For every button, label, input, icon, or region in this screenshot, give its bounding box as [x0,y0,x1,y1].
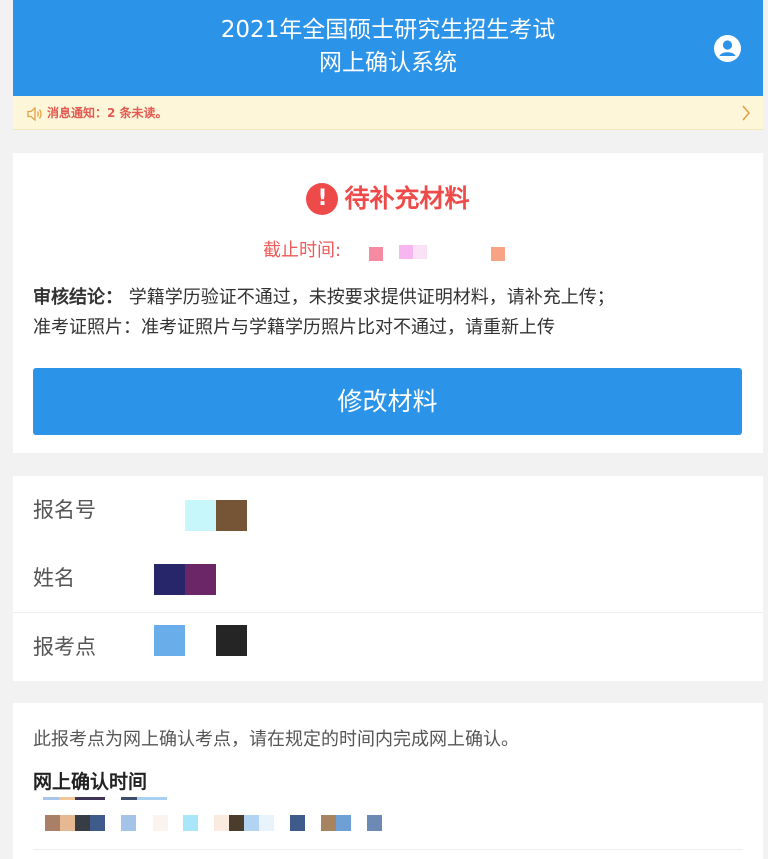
redacted-block [413,245,427,259]
confirmation-time-title: 网上确认时间 [33,771,148,793]
redacted-block [45,815,60,831]
redacted-block [229,815,244,831]
redacted-block [290,815,305,831]
speaker-icon [27,106,43,122]
redacted-block [153,815,168,831]
redacted-block [43,797,59,800]
conclusion-text: 学籍学历验证不通过，未按要求提供证明材料，请补充上传； [128,287,615,308]
redacted-block [75,797,105,800]
divider [33,849,743,850]
redacted-block [185,500,216,531]
redacted-block [259,815,274,831]
header-title-line2: 网上确认系统 [319,50,457,76]
redacted-block [185,564,216,595]
field-label: 姓名 [33,566,75,590]
redacted-block [216,500,247,531]
redacted-block [369,247,383,261]
redacted-block [121,815,136,831]
user-circle-icon[interactable] [714,35,741,62]
status-header: ! 待补充材料 [13,183,763,219]
exclamation-circle-icon: ! [306,183,339,215]
redacted-block [90,815,105,831]
redacted-block [214,815,229,831]
redacted-block [137,797,167,800]
redacted-block [154,564,185,595]
redacted-block [121,797,137,800]
status-card: ! 待补充材料 截止时间: 审核结论： 学籍学历验证不通过，未按要求提供证明材料… [13,153,763,453]
applicant-info-card: 报名号 姓名 报考点 [13,476,763,681]
conclusion-label: 审核结论： [33,287,123,308]
field-label: 报考点 [33,635,96,659]
redacted-block [183,815,198,831]
field-row-name: 姓名 [13,544,763,612]
redacted-block [399,245,413,259]
field-row-exam-site: 报考点 [13,613,763,681]
chevron-right-icon[interactable] [741,105,751,121]
redacted-block [60,815,75,831]
redacted-block [367,815,382,831]
photo-review-line: 准考证照片：准考证照片与学籍学历照片比对不通过，请重新上传 [33,317,555,338]
redacted-block [244,815,259,831]
redacted-block [154,625,185,656]
notice-text: 消息通知：2 条未读。 [47,106,168,120]
status-label: 待补充材料 [344,184,470,213]
field-label: 报名号 [33,498,96,522]
redacted-block [336,815,351,831]
redacted-block [216,625,247,656]
redacted-block [491,247,505,261]
redacted-block [75,815,90,831]
deadline-label: 截止时间: [263,240,342,261]
field-row-registration-number: 报名号 [13,476,763,544]
notice-bar[interactable]: 消息通知：2 条未读。 [13,96,763,130]
redacted-block [321,815,336,831]
redacted-block [59,797,75,800]
app-header: 2021年全国硕士研究生招生考试 网上确认系统 [13,0,763,96]
review-conclusion: 审核结论： 学籍学历验证不通过，未按要求提供证明材料，请补充上传； 准考证照片：… [33,283,733,343]
modify-materials-button[interactable]: 修改材料 [33,368,742,435]
header-title-line1: 2021年全国硕士研究生招生考试 [220,17,556,43]
confirmation-info: 此报考点为网上确认考点，请在规定的时间内完成网上确认。 [33,729,519,750]
confirmation-card: 此报考点为网上确认考点，请在规定的时间内完成网上确认。 网上确认时间 [13,703,763,859]
